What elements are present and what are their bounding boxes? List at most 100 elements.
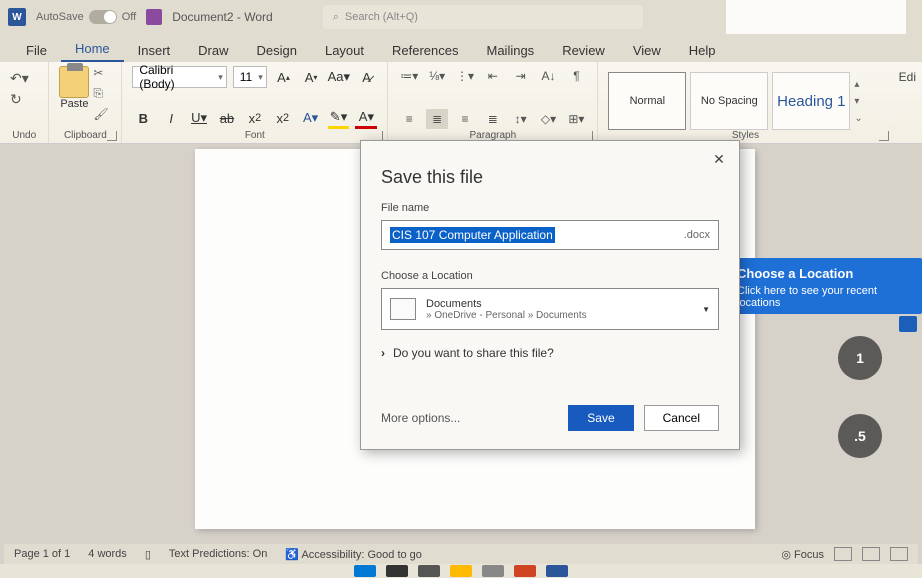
strike-button[interactable]: ab (216, 107, 238, 129)
text-predictions[interactable]: Text Predictions: On (169, 548, 267, 560)
close-icon[interactable]: ✕ (707, 147, 731, 171)
location-dropdown[interactable]: Documents » OneDrive - Personal » Docume… (381, 288, 719, 330)
focus-mode[interactable]: ◎ Focus (781, 548, 824, 561)
font-size-dropdown[interactable]: 11 (233, 66, 267, 88)
search-task-icon[interactable] (386, 565, 408, 577)
search-icon: ⌕ (333, 11, 339, 24)
change-case-icon[interactable]: Aa▾ (328, 66, 350, 88)
autosave-state: Off (122, 11, 136, 23)
font-color-icon[interactable]: A▾ (355, 107, 377, 129)
read-mode-icon[interactable] (834, 547, 852, 561)
word-count[interactable]: 4 words (88, 548, 127, 560)
cancel-button[interactable]: Cancel (644, 405, 719, 431)
tab-mailings[interactable]: Mailings (473, 39, 549, 62)
undo-icon[interactable]: ↶▾ (10, 70, 38, 87)
font-name-dropdown[interactable]: Calibri (Body) (132, 66, 226, 88)
file-extension[interactable]: .docx (684, 229, 710, 241)
superscript-button[interactable]: x2 (272, 107, 294, 129)
mail-icon[interactable] (514, 565, 536, 577)
book-icon[interactable]: ▯ (145, 548, 151, 561)
styles-more-icon[interactable]: ⌄ (854, 113, 862, 124)
print-layout-icon[interactable] (862, 547, 880, 561)
tab-references[interactable]: References (378, 39, 472, 62)
taskbar (0, 564, 922, 578)
dell-icon[interactable] (482, 565, 504, 577)
zoom-1x[interactable]: 1 (838, 336, 882, 380)
clipboard-launcher[interactable] (107, 131, 117, 141)
italic-button[interactable]: I (160, 107, 182, 129)
align-right-icon[interactable]: ≡ (454, 109, 476, 129)
search-placeholder: Search (Alt+Q) (345, 11, 418, 23)
accessibility-status[interactable]: ♿ Accessibility: Good to go (285, 548, 422, 561)
search-input[interactable]: ⌕ Search (Alt+Q) (323, 5, 643, 29)
cut-icon[interactable]: ✂ (93, 66, 108, 80)
highlight-icon[interactable]: ✎▾ (328, 107, 350, 129)
clear-format-icon[interactable]: A̷ (356, 66, 378, 88)
tab-design[interactable]: Design (243, 39, 311, 62)
style-nospacing[interactable]: No Spacing (690, 72, 768, 130)
group-undo-label: Undo (0, 130, 48, 141)
bold-button[interactable]: B (132, 107, 154, 129)
align-left-icon[interactable]: ≡ (398, 109, 420, 129)
tab-help[interactable]: Help (675, 39, 730, 62)
word-task-icon[interactable] (546, 565, 568, 577)
subscript-button[interactable]: x2 (244, 107, 266, 129)
web-layout-icon[interactable] (890, 547, 908, 561)
styles-launcher[interactable] (879, 131, 889, 141)
bullets-icon[interactable]: ≔▾ (398, 66, 420, 86)
copy-icon[interactable]: ⎘ (93, 86, 108, 101)
editing-group[interactable]: Edi (893, 62, 922, 143)
save-dialog: ✕ Save this file File name CIS 107 Compu… (360, 140, 740, 450)
tab-view[interactable]: View (619, 39, 675, 62)
tab-file[interactable]: File (12, 39, 61, 62)
shrink-font-icon[interactable]: A▾ (300, 66, 322, 88)
align-center-icon[interactable]: ≣ (426, 109, 448, 129)
redo-icon[interactable]: ↻ (10, 91, 38, 108)
document-title: Document2 - Word (172, 10, 273, 24)
page-count[interactable]: Page 1 of 1 (14, 548, 70, 560)
style-normal[interactable]: Normal (608, 72, 686, 130)
save-button[interactable]: Save (568, 405, 633, 431)
tab-draw[interactable]: Draw (184, 39, 242, 62)
save-icon[interactable] (146, 9, 162, 25)
justify-icon[interactable]: ≣ (482, 109, 504, 129)
styles-down-icon[interactable]: ▾ (854, 96, 862, 107)
text-effect-icon[interactable]: A▾ (300, 107, 322, 129)
tooltip-got-it[interactable] (899, 316, 917, 332)
start-icon[interactable] (354, 565, 376, 577)
zoom-half[interactable]: .5 (838, 414, 882, 458)
filename-value: CIS 107 Computer Application (390, 227, 555, 243)
tab-review[interactable]: Review (548, 39, 619, 62)
paste-label[interactable]: Paste (59, 98, 89, 110)
more-options-link[interactable]: More options... (381, 411, 460, 425)
autosave-toggle[interactable]: AutoSave Off (36, 10, 136, 24)
taskview-icon[interactable] (418, 565, 440, 577)
toggle-icon[interactable] (89, 10, 117, 24)
group-clipboard: Paste ✂ ⎘ 🖌 Clipboard (49, 62, 122, 143)
numbering-icon[interactable]: ⅛▾ (426, 66, 448, 86)
word-app-icon: W (8, 8, 26, 26)
multilevel-icon[interactable]: ⋮▾ (454, 66, 476, 86)
tooltip-title: Choose a Location (737, 266, 912, 281)
ribbon-tabs: File Home Insert Draw Design Layout Refe… (0, 34, 922, 62)
explorer-icon[interactable] (450, 565, 472, 577)
outdent-icon[interactable]: ⇤ (482, 66, 504, 86)
sort-icon[interactable]: A↓ (538, 66, 560, 86)
underline-button[interactable]: U▾ (188, 107, 210, 129)
line-spacing-icon[interactable]: ↕▾ (510, 109, 532, 129)
tab-insert[interactable]: Insert (124, 39, 185, 62)
style-heading1[interactable]: Heading 1 (772, 72, 850, 130)
shading-icon[interactable]: ◇▾ (538, 109, 560, 129)
tab-home[interactable]: Home (61, 37, 124, 62)
tab-layout[interactable]: Layout (311, 39, 378, 62)
styles-up-icon[interactable]: ▴ (854, 79, 862, 90)
grow-font-icon[interactable]: A▴ (273, 66, 295, 88)
indent-icon[interactable]: ⇥ (510, 66, 532, 86)
share-expand[interactable]: Do you want to share this file? (381, 346, 719, 360)
show-marks-icon[interactable]: ¶ (565, 66, 587, 86)
filename-input[interactable]: CIS 107 Computer Application .docx (381, 220, 719, 250)
borders-icon[interactable]: ⊞▾ (565, 109, 587, 129)
paste-icon[interactable] (59, 66, 89, 98)
chevron-down-icon: ▼ (702, 305, 710, 314)
format-painter-icon[interactable]: 🖌 (93, 107, 108, 121)
